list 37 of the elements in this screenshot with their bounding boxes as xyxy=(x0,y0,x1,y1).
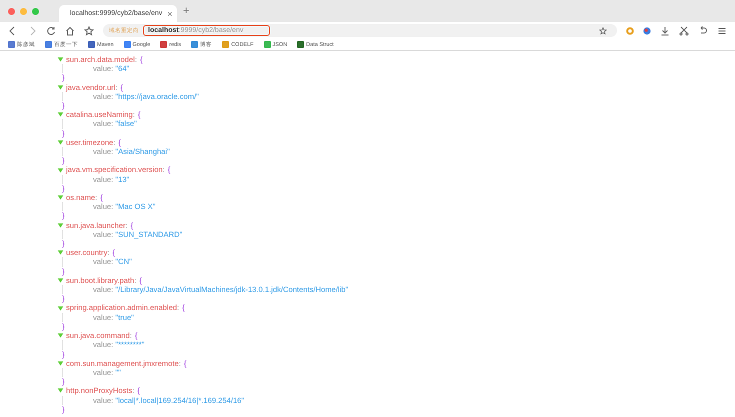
bookmark-favicon-icon xyxy=(222,41,230,48)
bookmark-favicon-icon xyxy=(8,41,15,48)
collapse-toggle-icon[interactable] xyxy=(57,360,64,367)
close-window-icon[interactable] xyxy=(8,8,15,14)
collapse-toggle-icon[interactable] xyxy=(57,111,64,118)
minimize-window-icon[interactable] xyxy=(20,8,27,14)
bookmark-favicon-icon xyxy=(88,41,95,48)
star-icon[interactable] xyxy=(84,26,94,36)
home-icon[interactable] xyxy=(65,26,75,36)
bookmark-favicon-icon xyxy=(124,41,131,48)
collapse-toggle-icon[interactable] xyxy=(57,56,64,64)
undo-icon[interactable] xyxy=(698,26,708,36)
bookmark-favicon-icon xyxy=(160,41,168,48)
scissors-icon[interactable] xyxy=(679,26,689,36)
download-icon[interactable] xyxy=(660,26,670,36)
globe-extension-icon[interactable] xyxy=(643,26,651,34)
collapse-toggle-icon[interactable] xyxy=(57,84,64,91)
ring-extension-icon[interactable] xyxy=(626,26,634,34)
collapse-toggle-icon[interactable] xyxy=(57,222,64,229)
collapse-toggle-icon[interactable] xyxy=(57,194,64,202)
star-icon[interactable] xyxy=(599,26,607,34)
close-tab-button[interactable]: × xyxy=(167,8,172,18)
bookmark-favicon-icon xyxy=(45,41,52,48)
maximize-window-icon[interactable] xyxy=(32,8,39,14)
collapse-toggle-icon[interactable] xyxy=(57,304,64,312)
bookmark-favicon-icon xyxy=(297,41,304,48)
bookmark-favicon-icon xyxy=(191,41,198,48)
collapse-toggle-icon[interactable] xyxy=(57,166,64,174)
collapse-toggle-icon[interactable] xyxy=(57,138,64,146)
collapse-toggle-icon[interactable] xyxy=(57,387,64,394)
menu-icon[interactable] xyxy=(717,26,727,36)
collapse-toggle-icon[interactable] xyxy=(57,276,64,284)
new-tab-button[interactable]: + xyxy=(183,5,190,17)
reload-icon[interactable] xyxy=(46,26,56,36)
collapse-toggle-icon[interactable] xyxy=(57,332,64,340)
bookmark-favicon-icon xyxy=(264,41,270,48)
collapse-toggle-icon[interactable] xyxy=(57,249,64,256)
